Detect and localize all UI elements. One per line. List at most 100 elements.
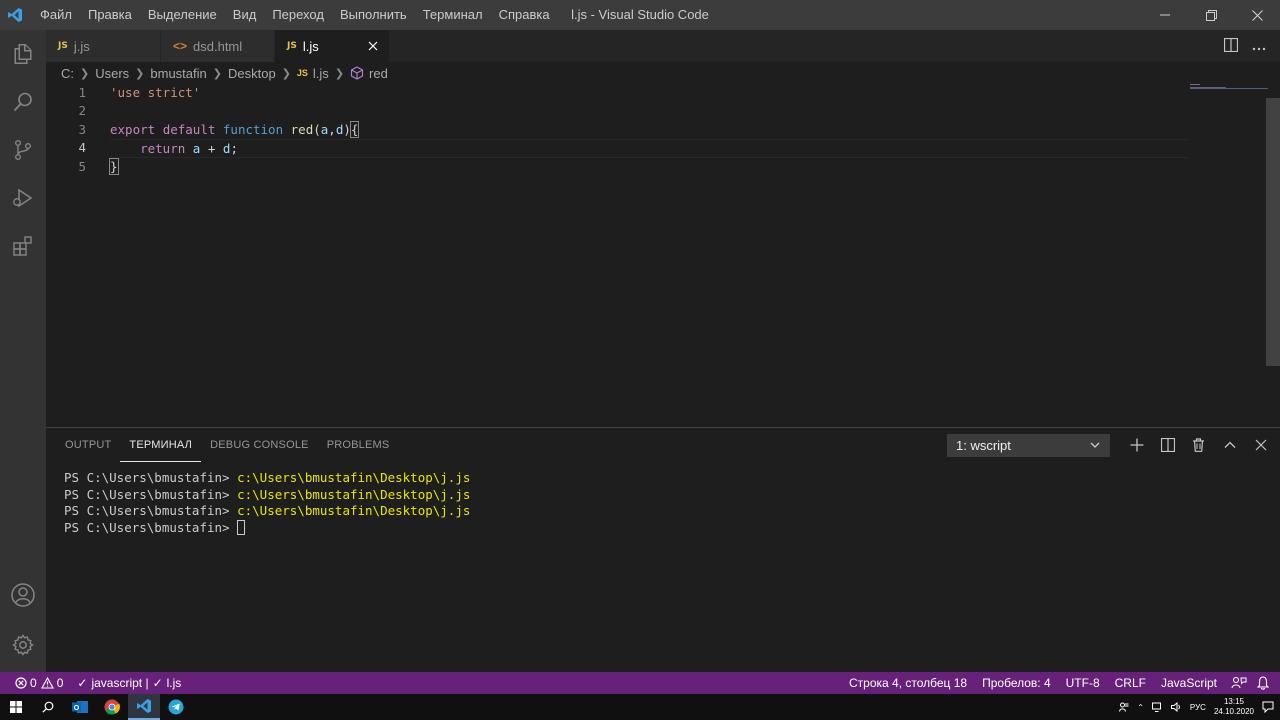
notifications-button[interactable] [1252, 672, 1274, 694]
encoding[interactable]: UTF-8 [1061, 672, 1105, 694]
status-right: Строка 4, столбец 18 Пробелов: 4 UTF-8 C… [844, 672, 1274, 694]
minimize-button[interactable] [1142, 0, 1188, 30]
status-bar: 0 0 ✓ javascript | ✓ l.js Строка 4, стол… [0, 672, 1280, 694]
extensions-icon[interactable] [0, 222, 46, 270]
tab-terminal[interactable]: ТЕРМИНАЛ [120, 428, 202, 462]
tab-problems[interactable]: PROBLEMS [318, 428, 399, 462]
menu-terminal[interactable]: Терминал [415, 0, 491, 30]
code-token: 'use strict' [110, 85, 201, 100]
panel-actions [1127, 428, 1270, 462]
new-terminal-button[interactable] [1127, 436, 1146, 455]
menu-selection[interactable]: Выделение [140, 0, 225, 30]
tab-l-js[interactable]: JS l.js [275, 30, 390, 62]
settings-gear-icon[interactable] [0, 621, 46, 669]
symbol-method-icon [350, 66, 364, 80]
window-controls [1142, 0, 1280, 30]
code-token: ; [230, 141, 238, 157]
eslint-status[interactable]: ✓ javascript | ✓ l.js [72, 672, 186, 694]
tab-j-js[interactable]: JS j.js [46, 30, 161, 62]
chrome-icon[interactable] [96, 694, 128, 720]
breadcrumb-desktop[interactable]: Desktop [228, 66, 276, 81]
chevron-right-icon: ❯ [135, 67, 145, 80]
close-window-button[interactable] [1234, 0, 1280, 30]
terminal-output[interactable]: PS C:\Users\bmustafin> c:\Users\bmustafi… [64, 470, 470, 536]
run-debug-icon[interactable] [0, 174, 46, 222]
vscode-icon[interactable] [128, 694, 160, 720]
split-terminal-button[interactable] [1158, 436, 1177, 455]
code-token: export [110, 121, 156, 137]
cursor-position[interactable]: Строка 4, столбец 18 [844, 672, 972, 694]
split-terminal-icon [1160, 438, 1175, 452]
terminal-line: PS C:\Users\bmustafin> c:\Users\bmustafi… [64, 470, 470, 487]
breadcrumb-symbol[interactable]: red [369, 66, 388, 81]
breadcrumb-file[interactable]: l.js [313, 66, 329, 81]
chevron-right-icon: ❯ [80, 67, 90, 80]
breadcrumb-drive[interactable]: C: [61, 66, 74, 81]
line-number: 3 [78, 121, 86, 137]
minimap[interactable] [1188, 84, 1268, 427]
terminal-command: c:\Users\bmustafin\Desktop\j.js [237, 503, 471, 519]
restore-button[interactable] [1188, 0, 1234, 30]
search-icon[interactable] [32, 694, 64, 720]
indentation[interactable]: Пробелов: 4 [977, 672, 1056, 694]
language-mode[interactable]: JavaScript [1156, 672, 1222, 694]
close-panel-button[interactable] [1251, 436, 1270, 455]
problems-status[interactable]: 0 0 [10, 672, 68, 694]
menu-run[interactable]: Выполнить [332, 0, 415, 30]
code-token: default [162, 121, 216, 137]
menu-file[interactable]: Файл [32, 0, 80, 30]
end-of-line[interactable]: CRLF [1110, 672, 1151, 694]
chevron-up-icon [1224, 441, 1235, 448]
code-editor[interactable]: 1 2 3 4 5 'use strict' export default fu… [46, 84, 1280, 427]
people-icon[interactable] [1119, 702, 1129, 712]
code-token: + [200, 141, 223, 157]
error-icon [15, 677, 27, 689]
telegram-icon[interactable] [160, 694, 192, 720]
tab-output[interactable]: OUTPUT [56, 428, 120, 462]
tab-close-button[interactable] [365, 38, 381, 54]
tab-label: dsd.html [193, 38, 243, 54]
clock[interactable]: 13:15 24.10.2020 [1214, 697, 1254, 717]
volume-icon[interactable] [1170, 702, 1182, 712]
terminal-command: c:\Users\bmustafin\Desktop\j.js [237, 486, 471, 502]
outlook-icon[interactable]: O [64, 694, 96, 720]
tab-dsd-html[interactable]: <> dsd.html [161, 30, 275, 62]
chevron-up-icon[interactable]: ⌃ [1137, 703, 1144, 712]
explorer-icon[interactable] [0, 30, 46, 78]
editor-scrollbar[interactable] [1266, 98, 1280, 366]
menu-view[interactable]: Вид [225, 0, 265, 30]
windows-taskbar: O ⌃ РУС 13:15 24.10.2020 [0, 694, 1280, 720]
menu-edit[interactable]: Правка [80, 0, 140, 30]
notification-center-icon[interactable] [1262, 701, 1274, 713]
status-left: 0 0 ✓ javascript | ✓ l.js [0, 672, 186, 694]
js-file-icon: JS [58, 41, 68, 51]
network-icon[interactable] [1151, 702, 1163, 712]
source-control-icon[interactable] [0, 126, 46, 174]
breadcrumb-user[interactable]: bmustafin [150, 66, 206, 81]
tab-label: l.js [302, 38, 319, 54]
check-icon: ✓ [77, 676, 88, 690]
feedback-button[interactable] [1226, 672, 1252, 694]
terminal-prompt: PS C:\Users\bmustafin> [64, 486, 238, 502]
search-icon[interactable] [0, 78, 46, 126]
chevron-right-icon: ❯ [212, 67, 222, 80]
tab-debug-console[interactable]: DEBUG CONSOLE [201, 428, 318, 462]
menu-help[interactable]: Справка [491, 0, 558, 30]
code-area[interactable]: 'use strict' export default function red… [109, 84, 1188, 176]
js-file-icon: JS [287, 41, 297, 51]
breadcrumb-users[interactable]: Users [95, 66, 129, 81]
windows-start-icon[interactable] [0, 694, 32, 720]
vscode-logo-icon [0, 0, 30, 30]
split-editor-button[interactable] [1223, 37, 1239, 55]
line-number: 5 [78, 158, 86, 174]
input-language[interactable]: РУС [1190, 703, 1206, 712]
bottom-panel: OUTPUT ТЕРМИНАЛ DEBUG CONSOLE PROBLEMS 1… [46, 427, 1280, 672]
more-actions-button[interactable] [1252, 39, 1266, 54]
menu-go[interactable]: Переход [264, 0, 332, 30]
maximize-panel-button[interactable] [1220, 436, 1239, 455]
terminal-select[interactable]: 1: wscript [947, 434, 1110, 457]
kill-terminal-button[interactable] [1189, 436, 1208, 455]
lint-label: javascript | [91, 676, 149, 690]
account-icon[interactable] [0, 571, 46, 619]
